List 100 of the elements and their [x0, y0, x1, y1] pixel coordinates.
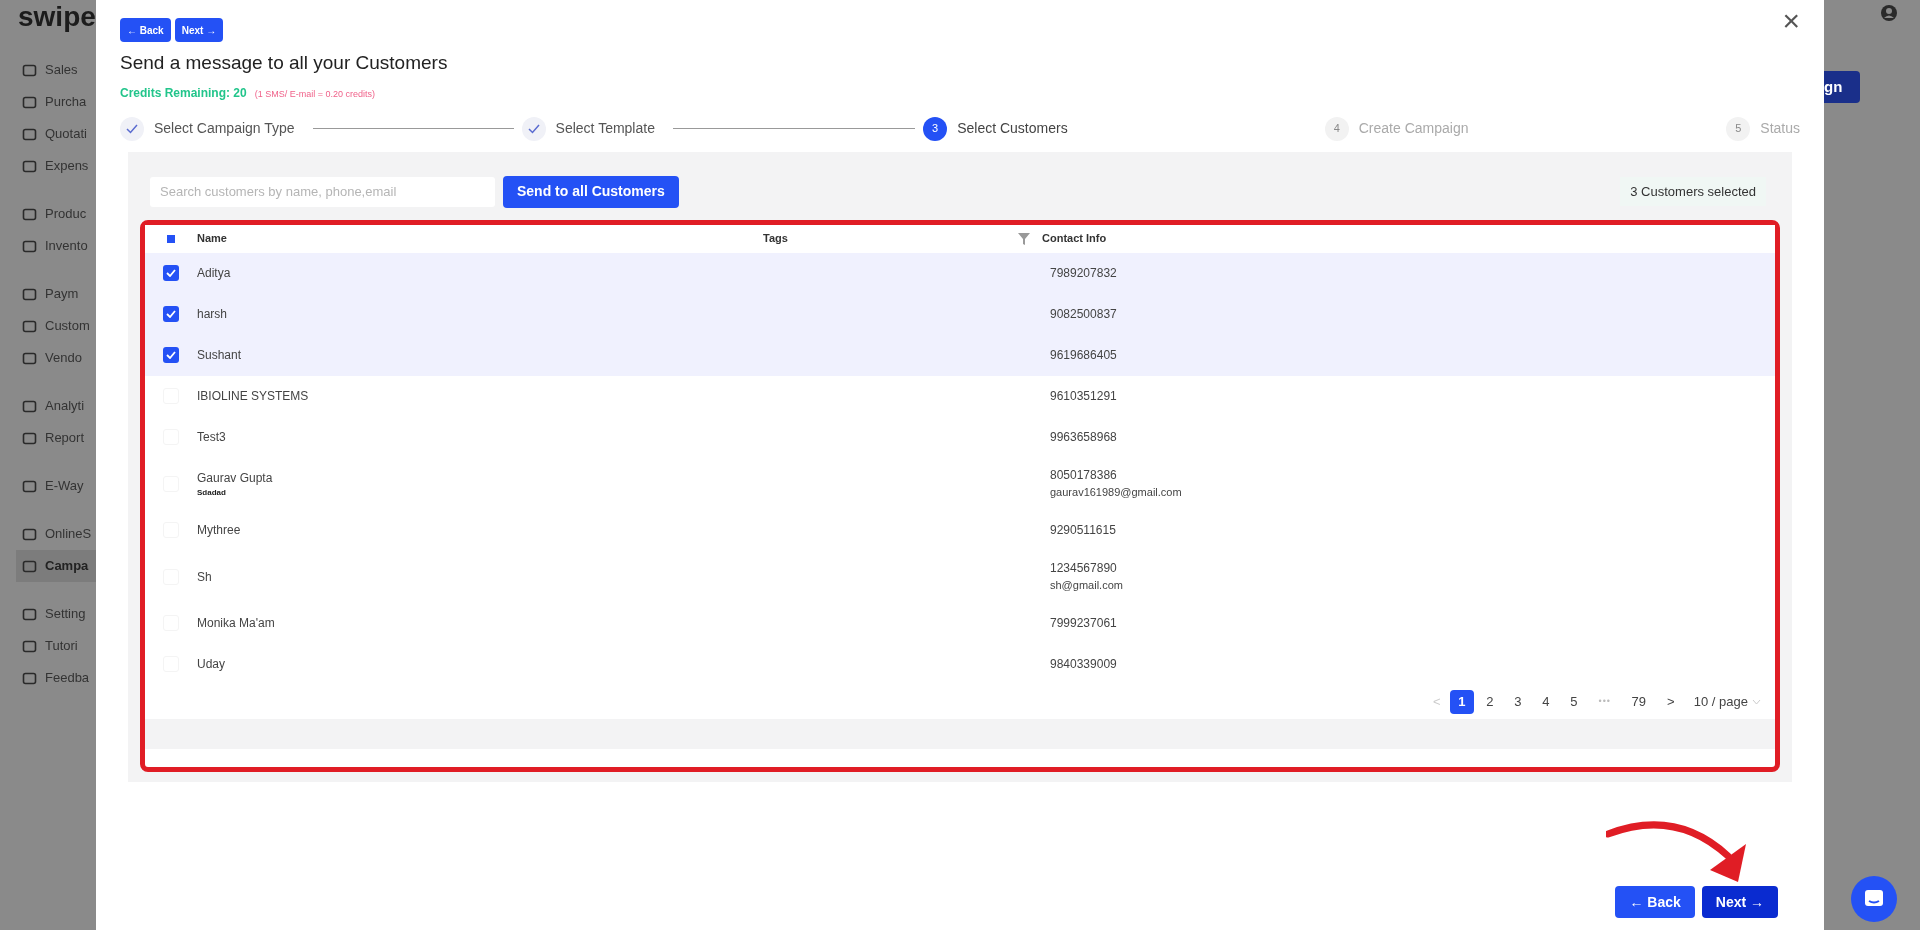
menu-item-icon [22, 398, 37, 414]
step-label: Create Campaign [1358, 119, 1469, 138]
email-text: sh@gmail.com [1050, 578, 1123, 594]
phone-cell-text: 9840339009 [1050, 656, 1117, 673]
page-button[interactable]: 1 [1449, 689, 1474, 714]
sidebar-item[interactable]: Report [16, 422, 96, 454]
menu-item-icon [22, 94, 37, 110]
step-label: Select Campaign Type [154, 119, 295, 138]
phone-cell-text: 7999237061 [1050, 615, 1117, 632]
email-text: gaurav161989@gmail.com [1050, 485, 1182, 501]
search-field[interactable]: Search customers by name, phone,email [150, 176, 495, 207]
step-label: Select Template [555, 119, 655, 138]
sidebar-item[interactable]: Purcha [16, 86, 96, 118]
sidebar-item[interactable]: Vendo [16, 342, 96, 374]
sidebar-item[interactable]: Expens [16, 150, 96, 182]
page-button[interactable]: 79 [1623, 691, 1654, 712]
name-cell-text: harsh [197, 306, 229, 323]
sidebar-item[interactable]: Tutori [16, 630, 96, 662]
step-nav-button[interactable]: Next → [174, 18, 224, 42]
app-logo: swipe [18, 2, 96, 32]
send-to-all-button[interactable]: Send to all Customers [503, 175, 679, 208]
page-button[interactable]: 4 [1533, 689, 1558, 714]
menu-item-icon [22, 318, 37, 334]
sidebar-item[interactable]: Campa [16, 550, 96, 582]
column-header: Tags [763, 231, 789, 247]
name-cell-text: Gaurav Gupta [197, 469, 274, 487]
chat-icon [1864, 889, 1884, 909]
selected-count-badge: 3 Customers selected [1620, 176, 1766, 207]
menu-item-icon [22, 478, 37, 494]
phone-cell-text: 9963658968 [1050, 429, 1117, 446]
menu-item-icon [22, 206, 37, 222]
column-header: Contact Info [1042, 231, 1107, 247]
sidebar-item[interactable]: Feedba [16, 662, 96, 694]
row-checkbox[interactable] [163, 347, 179, 363]
menu-item-icon [22, 558, 37, 574]
page-button[interactable]: 3 [1505, 689, 1530, 714]
name-cell-text: Sh [197, 568, 213, 586]
check-icon [166, 310, 176, 318]
sidebar-item[interactable]: Paym [16, 278, 96, 310]
select-all-checkbox[interactable] [167, 234, 175, 243]
footer-nav-button[interactable]: Next → [1701, 886, 1778, 918]
menu-item-icon [22, 526, 37, 542]
modal-title: Send a message to all your Customers [120, 51, 449, 75]
column-header: Name [197, 231, 228, 247]
page-button[interactable]: 2 [1477, 689, 1502, 714]
sidebar-item[interactable]: Analyti [16, 390, 96, 422]
menu-item-icon [22, 430, 37, 446]
sidebar-item[interactable]: Sales [16, 54, 96, 86]
check-icon [166, 351, 176, 359]
sidebar-item[interactable]: Setting [16, 598, 96, 630]
step-label: Status [1760, 119, 1800, 138]
close-button[interactable]: × [1782, 6, 1800, 36]
check-icon [166, 269, 176, 277]
phone-cell-text: 8050178386 [1050, 467, 1118, 485]
sidebar-item[interactable]: Invento [16, 230, 96, 262]
name-cell-text: Aditya [197, 265, 232, 282]
name-cell-text: IBIOLINE SYSTEMS [197, 388, 310, 405]
name-cell-text: Monika Ma'am [197, 615, 276, 632]
more-pages-button[interactable]: ••• [1589, 694, 1620, 709]
sidebar-item[interactable]: Custom [16, 310, 96, 342]
next-page-button[interactable]: > [1657, 691, 1684, 712]
sidebar-item[interactable]: OnlineS [16, 518, 96, 550]
menu-item-icon [22, 638, 37, 654]
caret-icon [1752, 698, 1761, 705]
name-cell-text: Sushant [197, 347, 243, 364]
sidebar-item[interactable]: Quotati [16, 118, 96, 150]
credits-note: (1 SMS/ E-mail = 0.20 credits) [254, 87, 375, 101]
menu-item-icon [22, 62, 37, 78]
create-button[interactable]: gn [1824, 71, 1860, 103]
row-checkbox[interactable] [163, 306, 179, 322]
step-label: Select Customers [957, 119, 1068, 138]
tag-text: Sdadad [197, 486, 227, 499]
menu-item-icon [22, 158, 37, 174]
footer-nav-button[interactable]: ← Back [1615, 886, 1695, 918]
row-checkbox[interactable] [163, 265, 179, 281]
step-number: 5 [1726, 116, 1751, 141]
credits-text: Credits Remaining: 20 [120, 84, 247, 102]
step-number: 4 [1324, 116, 1349, 141]
sidebar-item[interactable]: E-Way [16, 470, 96, 502]
menu-item-icon [22, 606, 37, 622]
name-cell-text: Test3 [197, 429, 227, 446]
filter-icon[interactable] [1018, 232, 1030, 245]
menu-item-icon [22, 126, 37, 142]
menu-item-icon [22, 286, 37, 302]
step-nav-button[interactable]: ← Back [120, 18, 171, 42]
chat-button[interactable] [1851, 876, 1897, 922]
phone-cell-text: 9619686405 [1050, 347, 1117, 364]
user-icon[interactable] [1880, 4, 1898, 22]
menu-item-icon [22, 670, 37, 686]
phone-cell-text: 1234567890 [1050, 560, 1118, 578]
phone-cell-text: 9610351291 [1050, 388, 1117, 405]
sidebar-item[interactable]: Produc [16, 198, 96, 230]
phone-cell-text: 7989207832 [1050, 265, 1117, 282]
page-button[interactable]: 5 [1561, 689, 1586, 714]
page-size-select[interactable]: 10 / page [1693, 691, 1761, 712]
phone-cell-text: 9082500837 [1050, 306, 1117, 323]
name-cell-text: Mythree [197, 522, 242, 539]
menu-item-icon [22, 350, 37, 366]
phone-cell-text: 9290511615 [1050, 522, 1116, 539]
step-number: 3 [923, 116, 948, 141]
